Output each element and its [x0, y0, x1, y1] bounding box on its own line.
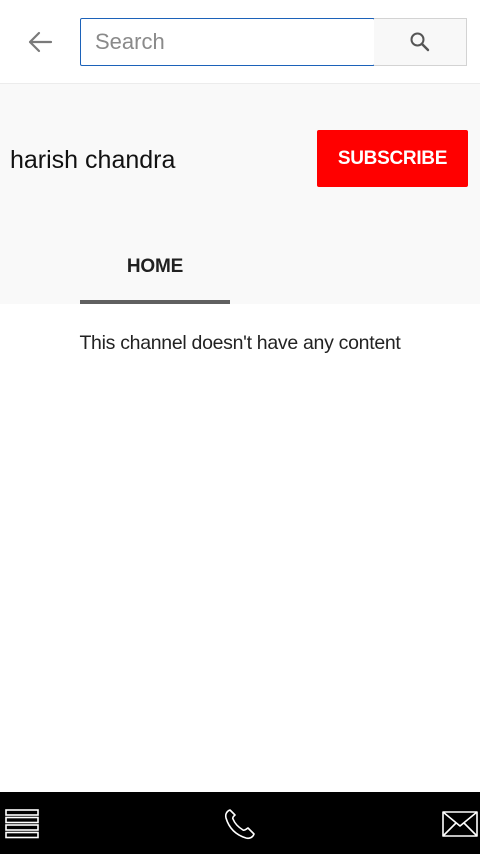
- search-input[interactable]: [80, 18, 375, 66]
- channel-name: harish chandra: [10, 146, 176, 174]
- envelope-icon: [442, 811, 478, 837]
- back-button[interactable]: [20, 24, 60, 60]
- top-app-bar: [0, 0, 480, 84]
- subscribe-button[interactable]: SUBSCRIBE: [317, 130, 468, 187]
- search-button[interactable]: [374, 18, 467, 66]
- menu-button[interactable]: [2, 806, 42, 842]
- active-tab-indicator: [80, 300, 230, 304]
- hamburger-menu-icon: [5, 809, 39, 839]
- call-button[interactable]: [220, 806, 260, 842]
- tab-home-label: HOME: [126, 256, 184, 277]
- mail-button[interactable]: [440, 806, 480, 842]
- channel-header: harish chandra SUBSCRIBE HOME: [0, 84, 480, 304]
- empty-content-message: This channel doesn't have any content: [79, 332, 401, 354]
- phone-icon: [224, 809, 255, 840]
- bottom-nav-bar: [0, 792, 480, 854]
- arrow-left-icon: [28, 31, 53, 53]
- magnifier-icon: [410, 32, 430, 52]
- tab-home[interactable]: HOME: [80, 234, 230, 304]
